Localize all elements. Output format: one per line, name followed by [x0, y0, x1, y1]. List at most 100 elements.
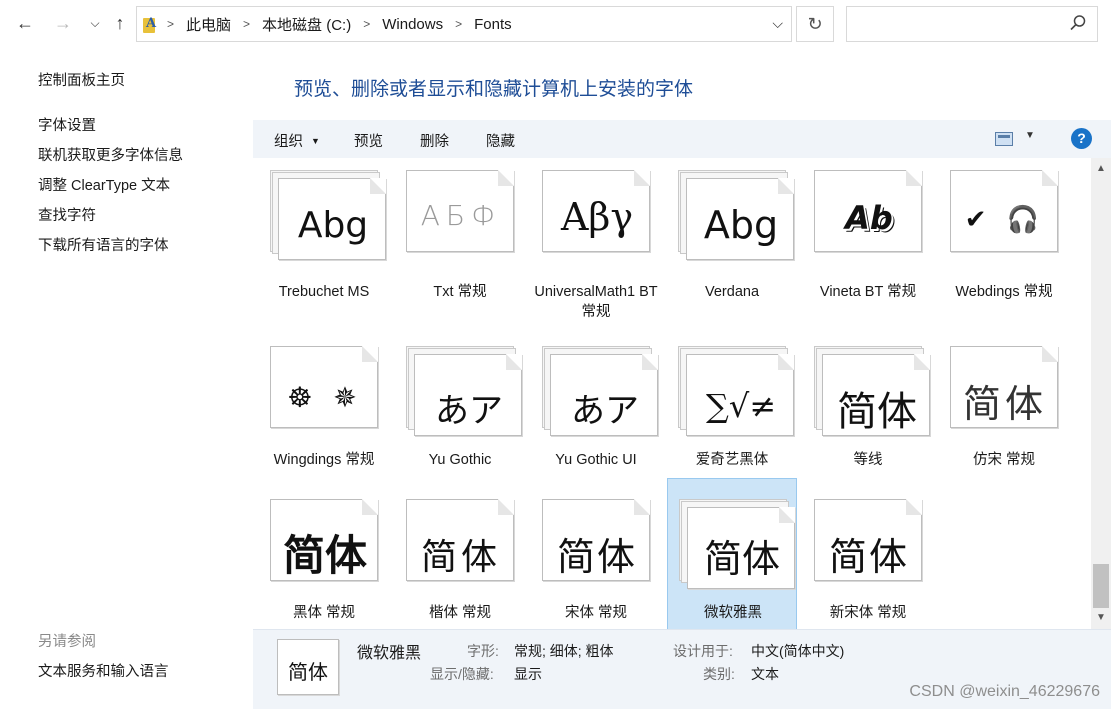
page-corner-fold: [362, 499, 378, 515]
page-corner-fold: [634, 499, 650, 515]
search-icon[interactable]: [1069, 14, 1087, 32]
font-item-label: Wingdings 常规: [273, 452, 375, 468]
page-corner-fold: [634, 170, 650, 186]
breadcrumb: > 此电脑 > 本地磁盘 (C:) > Windows > Fonts: [167, 14, 512, 35]
watermark: CSDN @weixin_46229676: [909, 683, 1100, 700]
font-item[interactable]: ∑√≠ 爱奇艺黑体: [667, 326, 797, 476]
vertical-scrollbar[interactable]: ▲ ▼: [1091, 158, 1111, 629]
font-preview-glyph: 简体: [556, 535, 637, 579]
font-item[interactable]: 简体 黑体 常规: [259, 479, 389, 629]
font-preview-glyph: 简体: [282, 531, 367, 580]
organize-label: 组织: [274, 134, 303, 150]
font-item[interactable]: 简体 微软雅黑: [667, 478, 797, 629]
font-item[interactable]: 简体 楷体 常规: [395, 479, 525, 629]
page-corner-fold: [362, 346, 378, 362]
page-corner-fold: [779, 507, 795, 523]
font-preview-page: Abg: [278, 178, 386, 260]
folder-icon: A: [143, 16, 157, 33]
search-box[interactable]: [846, 6, 1098, 42]
page-corner-fold: [906, 499, 922, 515]
font-preview-glyph: Ab: [845, 199, 893, 237]
font-item-label: 黑体 常规: [292, 605, 356, 621]
page-corner-fold: [370, 178, 386, 194]
font-item[interactable]: АБФ Txt 常规: [395, 158, 525, 308]
font-item-label: Trebuchet MS: [278, 284, 370, 300]
font-preview-glyph: 简体: [962, 382, 1047, 426]
link-font-settings[interactable]: 字体设置: [38, 114, 96, 135]
link-download-all-fonts[interactable]: 下载所有语言的字体: [38, 234, 169, 255]
thumbnail-preview-text: 简体: [288, 660, 328, 684]
font-preview-page: 简体: [406, 499, 514, 581]
scroll-up-icon[interactable]: ▲: [1091, 160, 1111, 178]
font-item[interactable]: 简体 宋体 常规: [531, 479, 661, 629]
font-preview-page: Ab: [814, 170, 922, 252]
help-icon[interactable]: ?: [1071, 128, 1092, 149]
organize-button[interactable]: 组织 ▼: [274, 130, 320, 151]
font-item[interactable]: ☸ ✵ Wingdings 常规: [259, 326, 389, 476]
font-item[interactable]: あア Yu Gothic UI: [531, 326, 661, 476]
breadcrumb-local-disk[interactable]: 本地磁盘 (C:): [262, 14, 351, 35]
font-item[interactable]: 简体 仿宋 常规: [939, 326, 1069, 476]
font-item[interactable]: Ab Vineta BT 常规: [803, 158, 933, 308]
hide-button[interactable]: 隐藏: [486, 130, 515, 151]
category-value: 文本: [751, 666, 779, 682]
back-arrow-icon[interactable]: ←: [12, 9, 38, 37]
font-preview-glyph: Αβγ: [560, 195, 634, 239]
link-text-services[interactable]: 文本服务和输入语言: [38, 660, 169, 681]
font-preview-glyph: Abg: [703, 203, 779, 247]
font-preview-page: 简体: [814, 499, 922, 581]
font-preview-glyph: あア: [435, 391, 503, 431]
delete-button[interactable]: 删除: [420, 130, 449, 151]
font-item-label: 宋体 常规: [564, 605, 628, 621]
search-input[interactable]: [853, 7, 1063, 39]
font-item[interactable]: 简体 新宋体 常规: [803, 479, 933, 629]
category-label: 类别:: [703, 666, 735, 682]
font-grid: Abg Trebuchet MS АБФ Txt 常规 Αβγ UniversalMath…: [253, 158, 1091, 629]
page-corner-fold: [778, 178, 794, 194]
chevron-down-icon: ▼: [311, 136, 320, 146]
address-bar[interactable]: A > 此电脑 > 本地磁盘 (C:) > Windows > Fonts ⌵: [136, 6, 792, 42]
address-row: ← → ⌵ ↑ A > 此电脑 > 本地磁盘 (C:) > Windows > …: [0, 0, 1114, 48]
address-dropdown-icon[interactable]: ⌵: [772, 15, 783, 32]
page-corner-fold: [498, 170, 514, 186]
preview-button[interactable]: 预览: [354, 130, 383, 151]
view-icon[interactable]: [995, 132, 1013, 146]
font-preview-glyph: ✔ 🎧: [964, 205, 1046, 235]
scrollbar-thumb[interactable]: [1093, 564, 1109, 608]
page-corner-fold: [642, 354, 658, 370]
link-find-character[interactable]: 查找字符: [38, 204, 96, 225]
breadcrumb-fonts[interactable]: Fonts: [474, 16, 512, 33]
left-pane: 控制面板主页 字体设置 联机获取更多字体信息 调整 ClearType 文本 查…: [0, 48, 253, 709]
link-control-panel-home[interactable]: 控制面板主页: [38, 69, 125, 90]
link-get-more-fonts-online[interactable]: 联机获取更多字体信息: [38, 144, 183, 165]
font-preview-page: АБФ: [406, 170, 514, 252]
scroll-down-icon[interactable]: ▼: [1091, 609, 1111, 627]
font-item-label: Yu Gothic UI: [555, 452, 637, 468]
font-item[interactable]: Abg Trebuchet MS: [259, 158, 389, 308]
view-dropdown-icon[interactable]: ▼: [1025, 130, 1035, 141]
toolbar: 组织 ▼ 预览 删除 隐藏 ▼ ?: [253, 120, 1111, 158]
font-preview-glyph: ☸ ✵: [287, 381, 363, 414]
font-item[interactable]: Αβγ UniversalMath1 BT 常规: [531, 158, 661, 320]
font-item[interactable]: 简体 等线: [803, 326, 933, 476]
selected-font-name: 微软雅黑: [357, 645, 422, 662]
show-hide-label: 显示/隐藏:: [430, 666, 494, 682]
font-item[interactable]: ✔ 🎧 Webdings 常规: [939, 158, 1069, 308]
page-title: 预览、删除或者显示和隐藏计算机上安装的字体: [294, 79, 694, 100]
font-item-label: 仿宋 常规: [972, 452, 1036, 468]
font-item[interactable]: Abg Verdana: [667, 158, 797, 308]
font-preview-page: あア: [414, 354, 522, 436]
font-item-label: 爱奇艺黑体: [695, 452, 769, 468]
font-item[interactable]: あア Yu Gothic: [395, 326, 525, 476]
breadcrumb-this-pc[interactable]: 此电脑: [186, 14, 231, 35]
style-value: 常规; 细体; 粗体: [514, 643, 614, 659]
up-arrow-icon[interactable]: ↑: [107, 9, 133, 37]
link-adjust-cleartype[interactable]: 调整 ClearType 文本: [38, 174, 170, 195]
font-preview-page: Abg: [686, 178, 794, 260]
recent-dropdown-icon[interactable]: ⌵: [82, 9, 108, 37]
font-preview-glyph: 简体: [420, 537, 501, 578]
forward-arrow-icon[interactable]: →: [50, 9, 76, 37]
refresh-icon[interactable]: ↻: [796, 6, 834, 42]
font-preview-glyph: Abg: [297, 205, 369, 246]
breadcrumb-windows[interactable]: Windows: [382, 16, 443, 33]
